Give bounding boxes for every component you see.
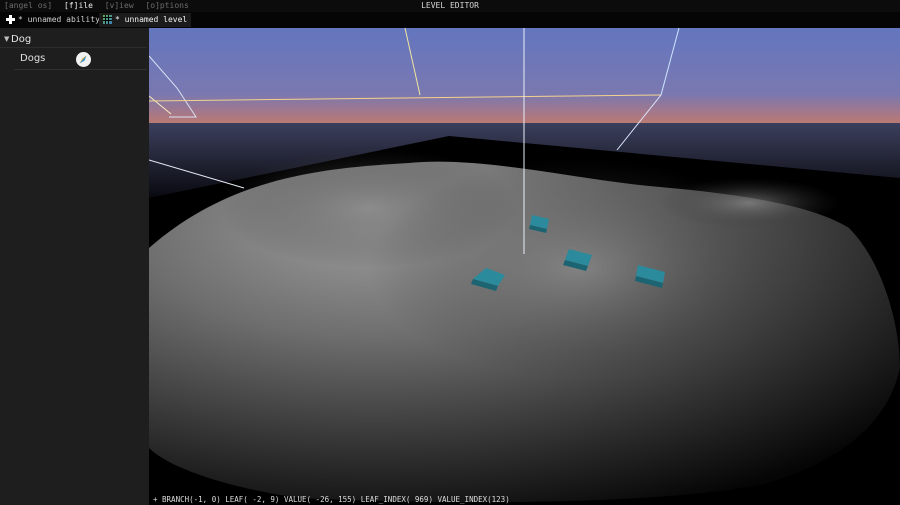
divider xyxy=(14,69,147,70)
group-header-dog[interactable]: ▼ Dog xyxy=(0,32,149,47)
tab-label: * unnamed level xyxy=(115,15,188,24)
divider xyxy=(0,47,147,48)
list-item-label: Dogs xyxy=(20,53,46,64)
compass-icon xyxy=(76,52,91,67)
menu-file[interactable]: [f]ile xyxy=(64,1,93,10)
chevron-down-icon: ▼ xyxy=(4,35,10,43)
menu-angel-os[interactable]: [angel os] xyxy=(4,1,52,10)
tab-unnamed-ability[interactable]: * unnamed ability xyxy=(2,13,104,27)
level-viewport[interactable]: + BRANCH(-1, 0) LEAF( -2, 9) VALUE( -26,… xyxy=(149,28,900,505)
tab-label: * unnamed ability xyxy=(18,15,100,24)
grid-level-icon xyxy=(103,15,112,24)
sidebar: ▼ Dog Dogs xyxy=(0,28,149,505)
menu-view[interactable]: [v]iew xyxy=(105,1,134,10)
tab-unnamed-level[interactable]: * unnamed level xyxy=(99,13,192,27)
menu-options[interactable]: [o]ptions xyxy=(145,1,188,10)
menu-items: [angel os] [f]ile [v]iew [o]ptions xyxy=(4,0,196,12)
tab-bar: * unnamed ability * unnamed level xyxy=(0,12,900,28)
plus-icon xyxy=(6,15,15,24)
menu-bar: [angel os] [f]ile [v]iew [o]ptions LEVEL… xyxy=(0,0,900,12)
list-item-dogs[interactable]: Dogs xyxy=(14,49,147,70)
group-label: Dog xyxy=(11,34,32,45)
status-readout: + BRANCH(-1, 0) LEAF( -2, 9) VALUE( -26,… xyxy=(153,495,510,504)
scene-render xyxy=(149,28,900,505)
